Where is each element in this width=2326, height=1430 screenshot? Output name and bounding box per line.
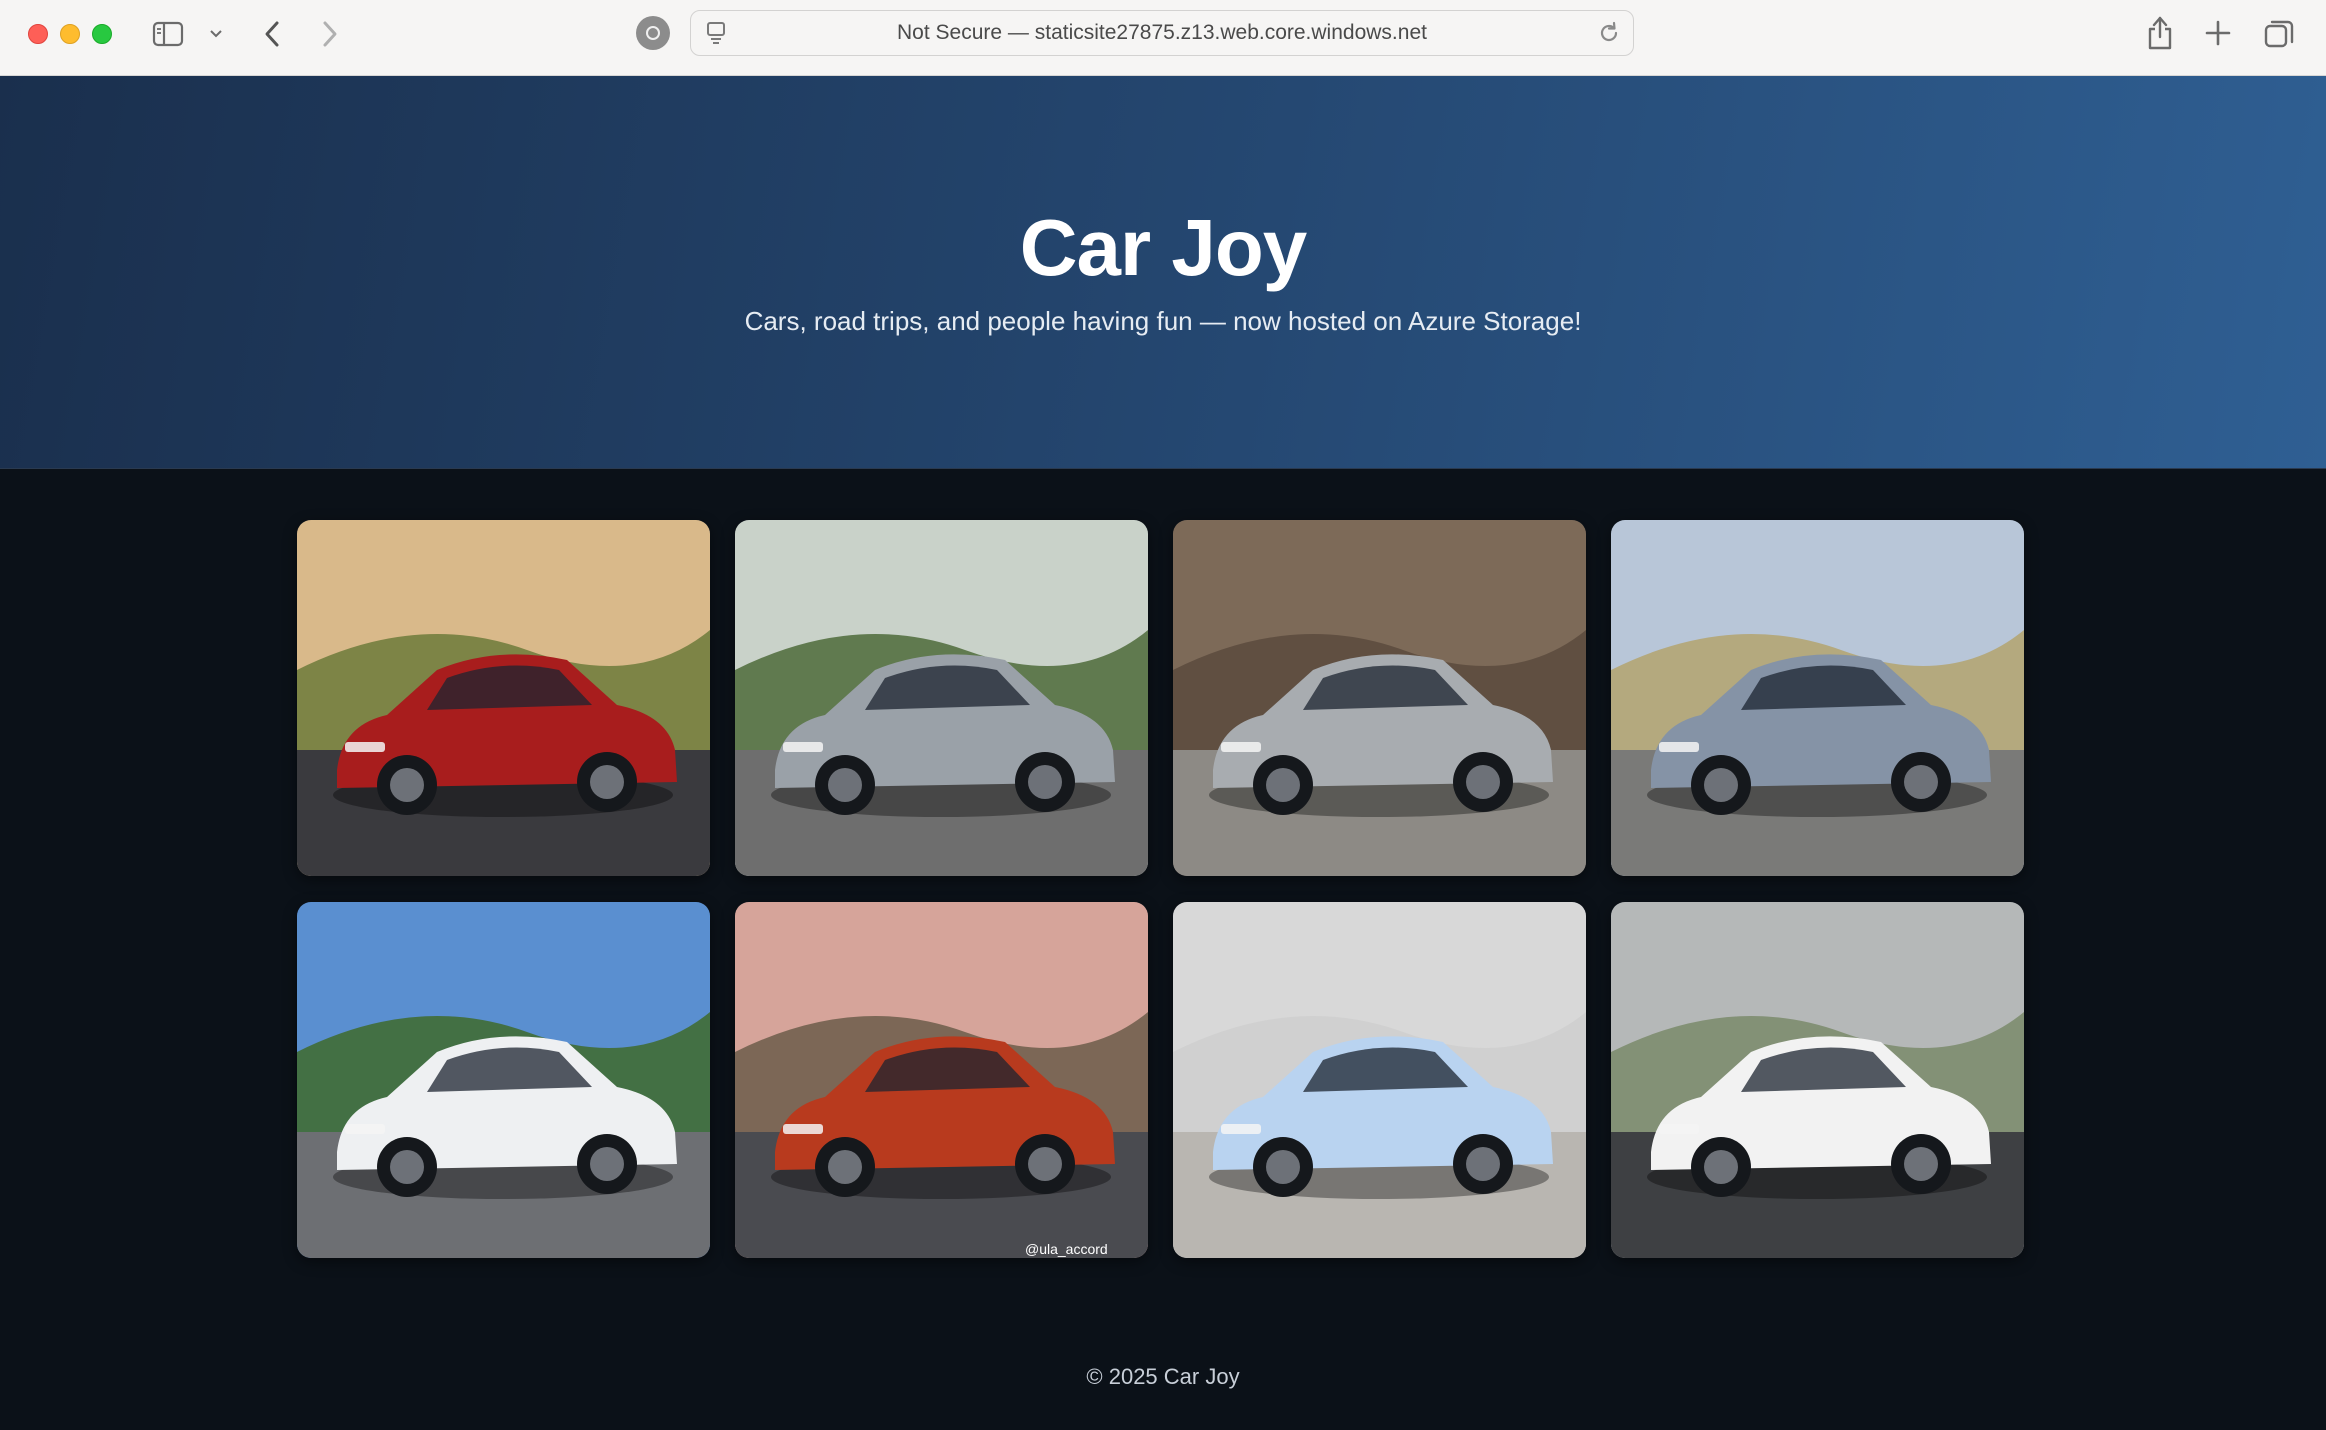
new-tab-plus-icon[interactable] (2202, 16, 2234, 50)
hero-header: Car Joy Cars, road trips, and people hav… (0, 76, 2326, 469)
back-arrow-icon[interactable] (258, 18, 286, 50)
chevron-down-icon[interactable] (206, 22, 226, 46)
maximize-window-button[interactable] (92, 24, 112, 44)
browser-toolbar: Not Secure — staticsite27875.z13.web.cor… (0, 0, 2326, 76)
car-photo-image (1611, 902, 2024, 1258)
minimize-window-button[interactable] (60, 24, 80, 44)
photo-red-honda-accord[interactable]: @ula_accord (735, 902, 1148, 1258)
car-photo-image (297, 520, 710, 876)
close-window-button[interactable] (28, 24, 48, 44)
photo-type-r-parking-lot[interactable] (1611, 902, 2024, 1258)
site-subtitle: Cars, road trips, and people having fun … (744, 306, 1582, 336)
url-text: Not Secure — staticsite27875.z13.web.cor… (897, 21, 1427, 44)
photo-watermark: @ula_accord (1025, 1241, 1108, 1257)
site-footer: © 2025 Car Joy (1086, 1364, 1240, 1389)
share-icon[interactable] (2144, 14, 2176, 52)
car-photo-image (735, 520, 1148, 876)
photo-white-gtr-nismo[interactable] (297, 902, 710, 1258)
page-viewport: Car Joy Cars, road trips, and people hav… (0, 76, 2326, 1430)
site-title: Car Joy (1019, 203, 1307, 292)
extension-icon[interactable] (636, 16, 670, 50)
car-photo-image (1173, 902, 1586, 1258)
sidebar-toggle-icon[interactable] (152, 20, 184, 48)
forward-arrow-icon[interactable] (316, 18, 344, 50)
photo-silver-civic-si[interactable] (735, 520, 1148, 876)
page-settings-icon[interactable] (703, 21, 729, 45)
address-bar[interactable]: Not Secure — staticsite27875.z13.web.cor… (690, 10, 1634, 56)
photo-grey-bmw-m2[interactable] (1173, 520, 1586, 876)
reload-icon[interactable] (1597, 21, 1621, 45)
tab-overview-icon[interactable] (2262, 16, 2296, 50)
photo-gallery: @ula_accord (297, 520, 2026, 1258)
browser-window: Not Secure — staticsite27875.z13.web.cor… (0, 0, 2326, 1430)
car-photo-image (297, 902, 710, 1258)
photo-grey-nissan-z-nismo[interactable] (1611, 520, 2024, 876)
photo-blue-bmw-m2-showroom[interactable] (1173, 902, 1586, 1258)
car-photo-image (1611, 520, 2024, 876)
photo-red-skyline-r34[interactable] (297, 520, 710, 876)
car-photo-image: @ula_accord (735, 902, 1148, 1258)
car-photo-image (1173, 520, 1586, 876)
